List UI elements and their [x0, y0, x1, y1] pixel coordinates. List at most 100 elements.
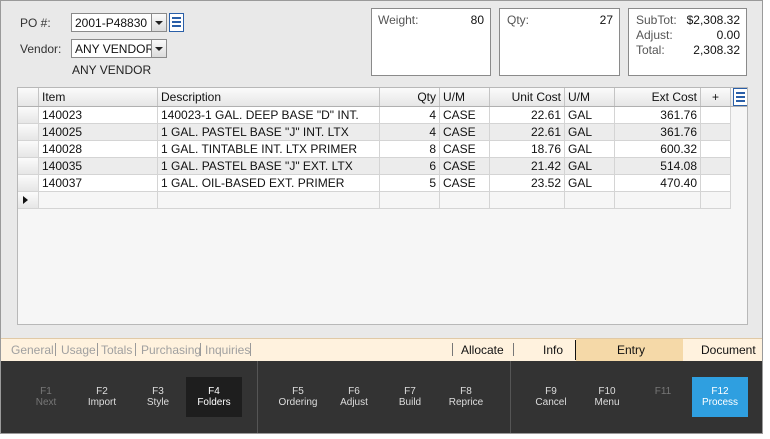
f11-button[interactable]: F11	[635, 377, 691, 417]
f12-process-button[interactable]: F12 Process	[692, 377, 748, 417]
um2-cell[interactable]: GAL	[565, 158, 615, 175]
f4-folders-button[interactable]: F4 Folders	[186, 377, 242, 417]
table-row[interactable]: 140023 140023-1 GAL. DEEP BASE "D" INT. 4 C…	[18, 107, 747, 124]
f6-adjust-button[interactable]: F6 Adjust	[326, 377, 382, 417]
um2-cell[interactable]: GAL	[565, 107, 615, 124]
col-header-add[interactable]: +	[701, 88, 731, 106]
col-header-item[interactable]: Item	[39, 88, 158, 106]
items-grid[interactable]: Item Description Qty U/M Unit Cost U/M E…	[17, 87, 748, 325]
unit-cost-cell[interactable]: 22.61	[490, 107, 565, 124]
item-cell[interactable]: 140028	[39, 141, 158, 158]
um2-cell[interactable]: GAL	[565, 124, 615, 141]
add-cell[interactable]	[701, 107, 731, 124]
ext-cost-cell[interactable]: 470.40	[615, 175, 701, 192]
tab-allocate[interactable]: Allocate	[461, 343, 504, 357]
row-selector[interactable]	[18, 124, 39, 141]
po-list-icon[interactable]	[169, 13, 184, 32]
col-header-um[interactable]: U/M	[440, 88, 490, 106]
row-selector[interactable]	[18, 107, 39, 124]
new-unit-cost-cell[interactable]	[490, 192, 565, 209]
row-selector[interactable]	[18, 192, 39, 209]
um-cell[interactable]: CASE	[440, 124, 490, 141]
total-value: 2,308.32	[693, 43, 740, 57]
vendor-combo[interactable]: ANY VENDOR	[71, 39, 167, 58]
ext-cost-cell[interactable]: 514.08	[615, 158, 701, 175]
tab-totals[interactable]: Totals	[101, 343, 132, 357]
f2-import-button[interactable]: F2 Import	[74, 377, 130, 417]
tab-usage[interactable]: Usage	[61, 343, 96, 357]
add-cell[interactable]	[701, 141, 731, 158]
po-entry-window: PO #: 2001-P48830 Vendor: ANY VENDOR ANY…	[0, 0, 763, 434]
new-ext-cost-cell[interactable]	[615, 192, 701, 209]
unit-cost-cell[interactable]: 21.42	[490, 158, 565, 175]
qty-cell[interactable]: 4	[380, 124, 440, 141]
tab-purchasing[interactable]: Purchasing	[141, 343, 201, 357]
f10-menu-button[interactable]: F10 Menu	[579, 377, 635, 417]
add-cell[interactable]	[701, 124, 731, 141]
ext-cost-cell[interactable]: 361.76	[615, 107, 701, 124]
f3-style-button[interactable]: F3 Style	[130, 377, 186, 417]
description-cell[interactable]: 1 GAL. OIL-BASED EXT. PRIMER	[158, 175, 380, 192]
ext-cost-cell[interactable]: 361.76	[615, 124, 701, 141]
col-header-description[interactable]: Description	[158, 88, 380, 106]
new-item-cell[interactable]	[39, 192, 158, 209]
chevron-down-icon[interactable]	[151, 40, 166, 57]
table-row[interactable]: 140035 1 GAL. PASTEL BASE "J" EXT. LTX 6 CA…	[18, 158, 747, 175]
um2-cell[interactable]: GAL	[565, 175, 615, 192]
description-cell[interactable]: 1 GAL. PASTEL BASE "J" EXT. LTX	[158, 158, 380, 175]
new-um2-cell[interactable]	[565, 192, 615, 209]
tab-general[interactable]: General	[11, 343, 54, 357]
table-row[interactable]: 140037 1 GAL. OIL-BASED EXT. PRIMER 5 CASE 2…	[18, 175, 747, 192]
col-header-unit-cost[interactable]: Unit Cost	[490, 88, 565, 106]
description-cell[interactable]: 1 GAL. TINTABLE INT. LTX PRIMER	[158, 141, 380, 158]
item-cell[interactable]: 140025	[39, 124, 158, 141]
grid-columns-icon[interactable]	[733, 88, 747, 106]
f5-ordering-button[interactable]: F5 Ordering	[270, 377, 326, 417]
qty-cell[interactable]: 4	[380, 107, 440, 124]
unit-cost-cell[interactable]: 23.52	[490, 175, 565, 192]
col-header-ext-cost[interactable]: Ext Cost	[615, 88, 701, 106]
unit-cost-cell[interactable]: 18.76	[490, 141, 565, 158]
new-add-cell[interactable]	[701, 192, 731, 209]
po-number-combo[interactable]: 2001-P48830	[71, 13, 167, 32]
item-cell[interactable]: 140037	[39, 175, 158, 192]
new-um-cell[interactable]	[440, 192, 490, 209]
tab-entry[interactable]: Entry	[576, 339, 683, 361]
fkey-name: Adjust	[340, 397, 368, 408]
tab-document[interactable]: Document	[701, 343, 756, 357]
f8-reprice-button[interactable]: F8 Reprice	[438, 377, 494, 417]
row-selector[interactable]	[18, 141, 39, 158]
add-cell[interactable]	[701, 158, 731, 175]
um-cell[interactable]: CASE	[440, 141, 490, 158]
f7-build-button[interactable]: F7 Build	[382, 377, 438, 417]
item-cell[interactable]: 140035	[39, 158, 158, 175]
qty-cell[interactable]: 6	[380, 158, 440, 175]
qty-cell[interactable]: 8	[380, 141, 440, 158]
item-cell[interactable]: 140023	[39, 107, 158, 124]
f9-cancel-button[interactable]: F9 Cancel	[523, 377, 579, 417]
new-qty-cell[interactable]	[380, 192, 440, 209]
table-row[interactable]: 140028 1 GAL. TINTABLE INT. LTX PRIMER 8 CA…	[18, 141, 747, 158]
col-header-um2[interactable]: U/M	[565, 88, 615, 106]
um-cell[interactable]: CASE	[440, 175, 490, 192]
col-header-qty[interactable]: Qty	[380, 88, 440, 106]
row-selector[interactable]	[18, 175, 39, 192]
new-row[interactable]	[18, 192, 747, 209]
um-cell[interactable]: CASE	[440, 107, 490, 124]
f1-next-button[interactable]: F1 Next	[18, 377, 74, 417]
table-row[interactable]: 140025 1 GAL. PASTEL BASE "J" INT. LTX 4 CA…	[18, 124, 747, 141]
qty-cell[interactable]: 5	[380, 175, 440, 192]
ext-cost-cell[interactable]: 600.32	[615, 141, 701, 158]
description-cell[interactable]: 1 GAL. PASTEL BASE "J" INT. LTX	[158, 124, 380, 141]
um2-cell[interactable]: GAL	[565, 141, 615, 158]
description-cell[interactable]: 140023-1 GAL. DEEP BASE "D" INT.	[158, 107, 380, 124]
new-description-cell[interactable]	[158, 192, 380, 209]
um-cell[interactable]: CASE	[440, 158, 490, 175]
tab-inquiries[interactable]: Inquiries	[205, 343, 250, 357]
row-selector[interactable]	[18, 158, 39, 175]
subtot-label: SubTot:	[636, 13, 677, 27]
tab-info[interactable]: Info	[543, 343, 563, 357]
chevron-down-icon[interactable]	[151, 14, 166, 31]
unit-cost-cell[interactable]: 22.61	[490, 124, 565, 141]
add-cell[interactable]	[701, 175, 731, 192]
